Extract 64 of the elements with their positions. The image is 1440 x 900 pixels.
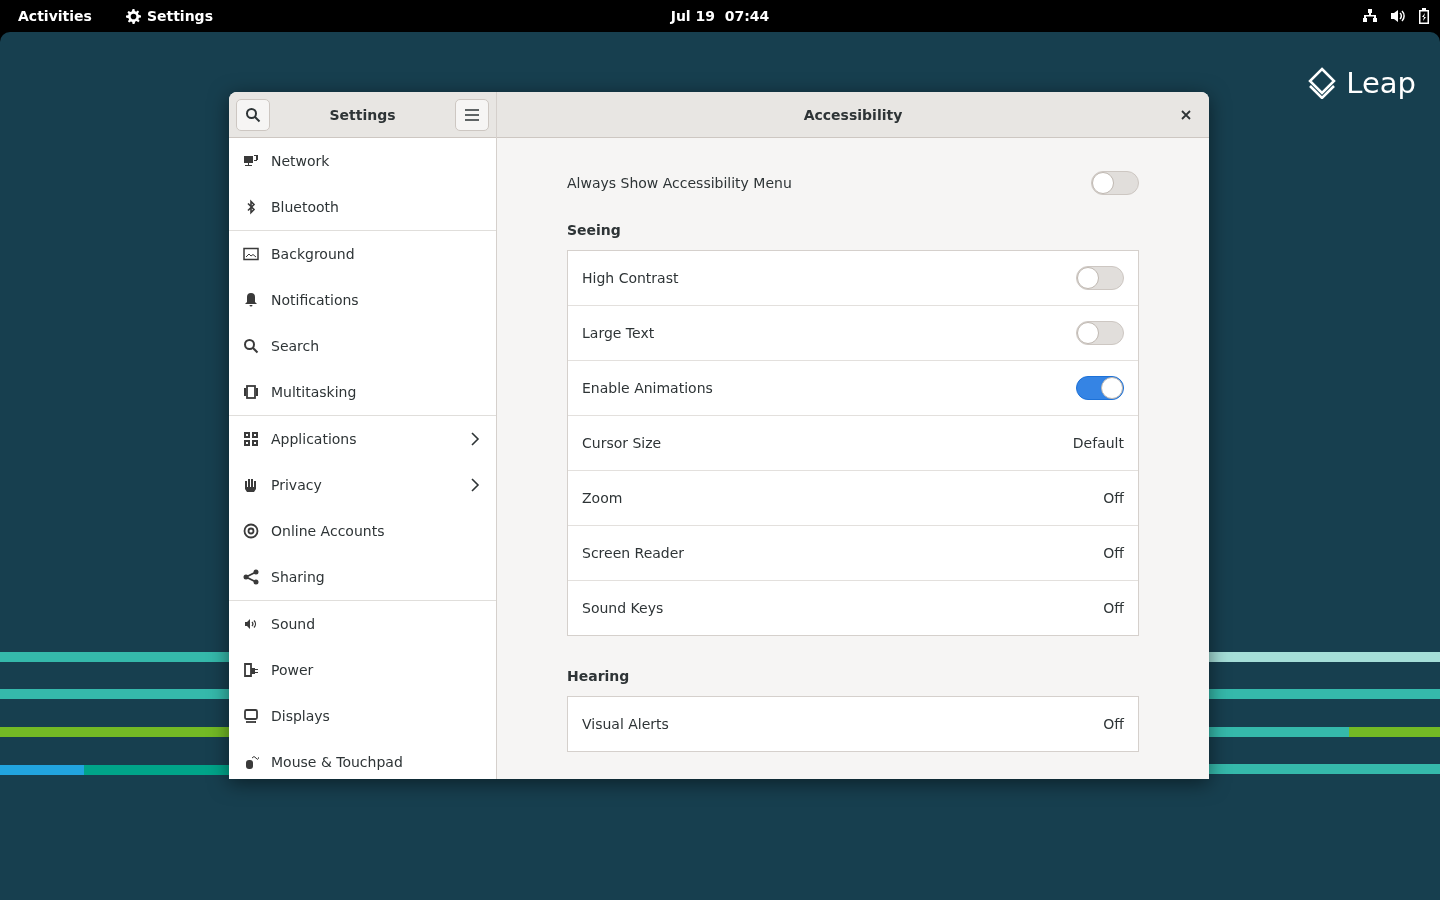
sidebar-item[interactable]: Sound bbox=[229, 601, 496, 647]
setting-value[interactable]: Default bbox=[1072, 435, 1124, 451]
share-icon bbox=[243, 569, 259, 585]
grid-icon bbox=[243, 431, 259, 447]
setting-label: High Contrast bbox=[582, 270, 679, 286]
image-icon bbox=[243, 246, 259, 262]
mouse-icon bbox=[243, 754, 259, 770]
display-icon bbox=[243, 708, 259, 724]
sidebar-item[interactable]: Applications bbox=[229, 416, 496, 462]
setting-value[interactable]: Off bbox=[1103, 545, 1124, 561]
sidebar-item[interactable]: Privacy bbox=[229, 462, 496, 508]
sidebar-item[interactable]: Multitasking bbox=[229, 369, 496, 415]
clock[interactable]: Jul 19 07:44 bbox=[670, 8, 770, 24]
diamond-logo-icon bbox=[1308, 67, 1337, 99]
setting-value[interactable]: Off bbox=[1103, 490, 1124, 506]
hand-icon bbox=[243, 477, 259, 493]
at-icon bbox=[243, 523, 259, 539]
setting-label: Enable Animations bbox=[582, 380, 713, 396]
sidebar-item[interactable]: Search bbox=[229, 323, 496, 369]
toggle-switch[interactable] bbox=[1076, 376, 1124, 400]
sidebar-item[interactable]: Displays bbox=[229, 693, 496, 739]
sidebar-item[interactable]: Online Accounts bbox=[229, 508, 496, 554]
search-icon bbox=[245, 106, 261, 123]
toggle-switch[interactable] bbox=[1076, 266, 1124, 290]
multitask-icon bbox=[243, 384, 259, 400]
setting-label: Large Text bbox=[582, 325, 655, 341]
sidebar-item[interactable]: Notifications bbox=[229, 277, 496, 323]
setting-label: Visual Alerts bbox=[582, 716, 669, 732]
activities-button[interactable]: Activities bbox=[18, 8, 92, 24]
sidebar-item[interactable]: Network bbox=[229, 138, 496, 184]
network-icon[interactable] bbox=[1362, 8, 1378, 24]
toggle-switch[interactable] bbox=[1091, 171, 1139, 195]
setting-label: Zoom bbox=[582, 490, 623, 506]
sidebar-item[interactable]: Mouse & Touchpad bbox=[229, 739, 496, 779]
battery-icon[interactable] bbox=[1418, 8, 1430, 24]
setting-label: Cursor Size bbox=[582, 435, 662, 451]
gear-icon bbox=[125, 8, 141, 24]
section-heading: Seeing bbox=[567, 222, 622, 238]
window-title: Accessibility bbox=[803, 106, 903, 123]
menu-icon bbox=[465, 108, 479, 121]
sidebar-title: Settings bbox=[329, 106, 396, 123]
network-icon bbox=[243, 153, 259, 169]
setting-value[interactable]: Off bbox=[1103, 600, 1124, 616]
search-icon bbox=[243, 338, 259, 354]
sidebar-item[interactable]: Bluetooth bbox=[229, 184, 496, 230]
setting-label: Always Show Accessibility Menu bbox=[567, 175, 792, 191]
section-heading: Hearing bbox=[567, 668, 631, 684]
chevron-right-icon bbox=[470, 432, 480, 446]
app-menu[interactable]: Settings bbox=[125, 8, 213, 24]
setting-label: Screen Reader bbox=[582, 545, 685, 561]
chevron-right-icon bbox=[470, 478, 480, 492]
search-button[interactable] bbox=[236, 98, 270, 131]
sidebar-item[interactable]: Power bbox=[229, 647, 496, 693]
close-icon bbox=[1181, 110, 1191, 120]
setting-label: Sound Keys bbox=[582, 600, 664, 616]
power-icon bbox=[243, 662, 259, 678]
setting-value[interactable]: Off bbox=[1103, 716, 1124, 732]
logo-text: Leap bbox=[1346, 66, 1416, 100]
menu-button[interactable] bbox=[455, 98, 489, 131]
bell-icon bbox=[243, 292, 259, 308]
toggle-switch[interactable] bbox=[1076, 321, 1124, 345]
volume-icon[interactable] bbox=[1390, 8, 1406, 24]
sidebar-item[interactable]: Sharing bbox=[229, 554, 496, 600]
sidebar-item[interactable]: Background bbox=[229, 231, 496, 277]
